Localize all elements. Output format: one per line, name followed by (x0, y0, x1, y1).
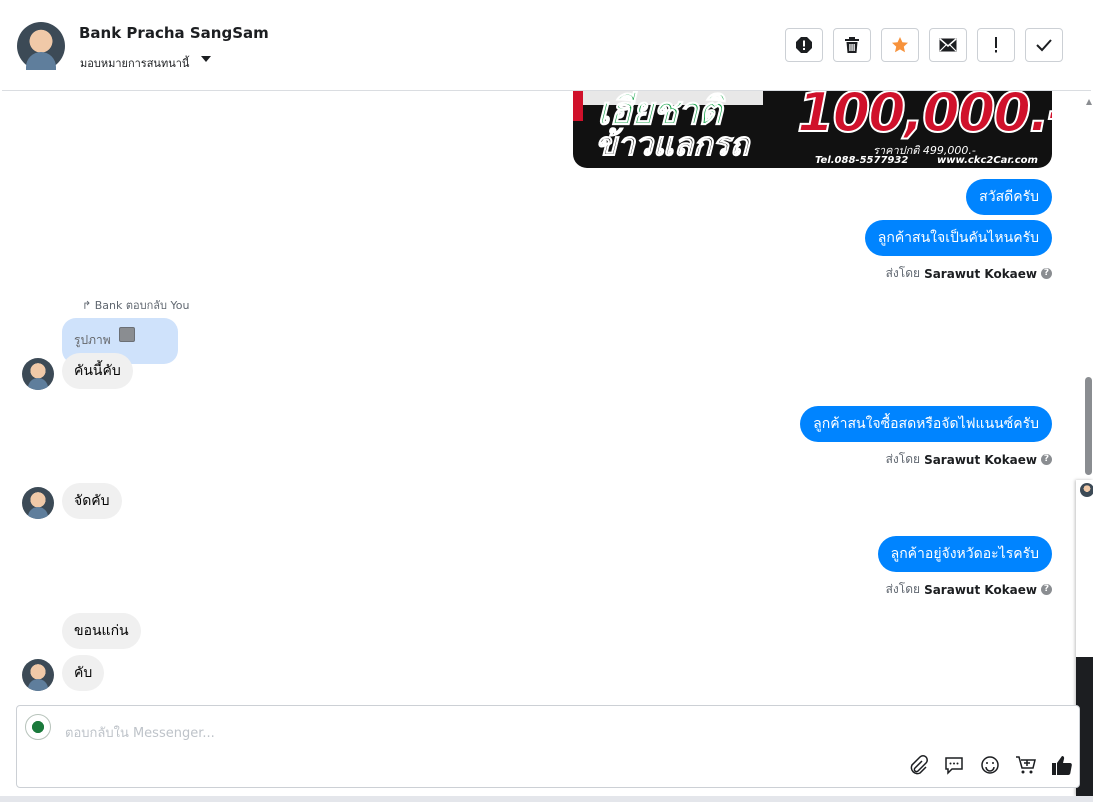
spam-button[interactable] (785, 28, 823, 62)
contact-name[interactable]: Bank Pracha SangSam (79, 24, 269, 42)
reply-meta-text: Bank ตอบกลับ You (94, 299, 190, 312)
page-avatar (25, 714, 51, 740)
incoming-message[interactable]: ขอนแก่น (62, 613, 141, 649)
sent-by-name: Sarawut Kokaew (924, 452, 1037, 467)
banner-title-line2: ข้าวแลกรถ (595, 125, 750, 163)
attach-button[interactable] (905, 752, 931, 778)
reply-meta: ↱ Bank ตอบกลับ You (82, 299, 190, 312)
help-icon[interactable]: ? (1041, 584, 1052, 595)
reply-composer[interactable]: ตอบกลับใน Messenger... (16, 705, 1080, 788)
bottom-strip (0, 796, 1093, 802)
sent-by-label: ส่งโดย Sarawut Kokaew ? (886, 264, 1052, 283)
sent-by-name: Sarawut Kokaew (924, 582, 1037, 597)
trash-icon (845, 37, 859, 53)
mark-done-button[interactable] (1025, 28, 1063, 62)
star-button[interactable] (881, 28, 919, 62)
sent-by-name: Sarawut Kokaew (924, 266, 1037, 281)
banner-url: www.ckc2Car.com (937, 155, 1038, 166)
follow-up-button[interactable] (977, 28, 1015, 62)
incoming-message[interactable]: จัดคับ (62, 483, 122, 519)
chevron-down-icon[interactable] (201, 56, 211, 62)
cart-plus-icon (1016, 756, 1036, 774)
sent-by-prefix: ส่งโดย (885, 582, 921, 596)
outgoing-message[interactable]: ลูกค้าสนใจซื้อสดหรือจัดไฟแนนซ์ครับ (800, 406, 1052, 442)
shared-image-ad[interactable]: เฮียชาติ ข้าวแลกรถ 100,000.- ราคาปกติ 49… (573, 91, 1052, 168)
avatar[interactable] (1080, 483, 1093, 497)
message-thread[interactable]: เฮียชาติ ข้าวแลกรถ 100,000.- ราคาปกติ 49… (2, 91, 1082, 703)
incoming-message[interactable]: คับ (62, 655, 105, 691)
assign-conversation-link[interactable]: มอบหมายการสนทนานี้ (80, 54, 189, 72)
sent-by-prefix: ส่งโดย (885, 452, 921, 466)
saved-replies-button[interactable] (941, 752, 967, 778)
emoji-button[interactable] (977, 752, 1003, 778)
mail-icon (939, 38, 957, 52)
scrollbar-thumb[interactable] (1085, 377, 1092, 475)
check-icon (1036, 39, 1052, 52)
delete-button[interactable] (833, 28, 871, 62)
image-icon (119, 327, 135, 342)
banner-price: 100,000.- (796, 91, 1052, 144)
like-button[interactable] (1049, 752, 1075, 778)
add-to-cart-button[interactable] (1013, 752, 1039, 778)
avatar[interactable] (22, 487, 54, 519)
mark-unread-button[interactable] (929, 28, 967, 62)
outgoing-message[interactable]: ลูกค้าอยู่จังหวัดอะไรครับ (877, 536, 1052, 572)
smiley-icon (981, 756, 999, 774)
help-icon[interactable]: ? (1041, 268, 1052, 279)
sent-by-label: ส่งโดย Sarawut Kokaew ? (886, 580, 1052, 599)
help-icon[interactable]: ? (1041, 454, 1052, 465)
paperclip-icon (910, 755, 928, 775)
sent-by-label: ส่งโดย Sarawut Kokaew ? (886, 450, 1052, 469)
reply-input[interactable]: ตอบกลับใน Messenger... (65, 722, 215, 743)
star-icon (892, 37, 908, 53)
outgoing-message[interactable]: สวัสดีครับ (966, 179, 1052, 215)
banner-accent (573, 91, 583, 121)
reply-quote-text: รูปภาพ (74, 333, 111, 347)
sent-by-prefix: ส่งโดย (885, 266, 921, 280)
chat-bubble-icon (945, 757, 963, 775)
conversation-header: Bank Pracha SangSam มอบหมายการสนทนานี้ (2, 2, 1091, 91)
exclamation-icon (995, 37, 997, 53)
avatar[interactable] (22, 358, 54, 390)
incoming-message[interactable]: คันนี้คับ (62, 353, 133, 389)
outgoing-message[interactable]: ลูกค้าสนใจเป็นคันไหนครับ (864, 220, 1052, 256)
scroll-up-arrow-icon[interactable] (1086, 99, 1092, 105)
spam-icon (796, 37, 812, 53)
thumbs-up-icon (1052, 756, 1072, 775)
banner-tel: Tel.088-5577932 (815, 155, 909, 166)
messenger-conversation: Bank Pracha SangSam มอบหมายการสนทนานี้ เ… (0, 0, 1093, 802)
avatar[interactable] (17, 22, 65, 70)
avatar[interactable] (22, 659, 54, 691)
